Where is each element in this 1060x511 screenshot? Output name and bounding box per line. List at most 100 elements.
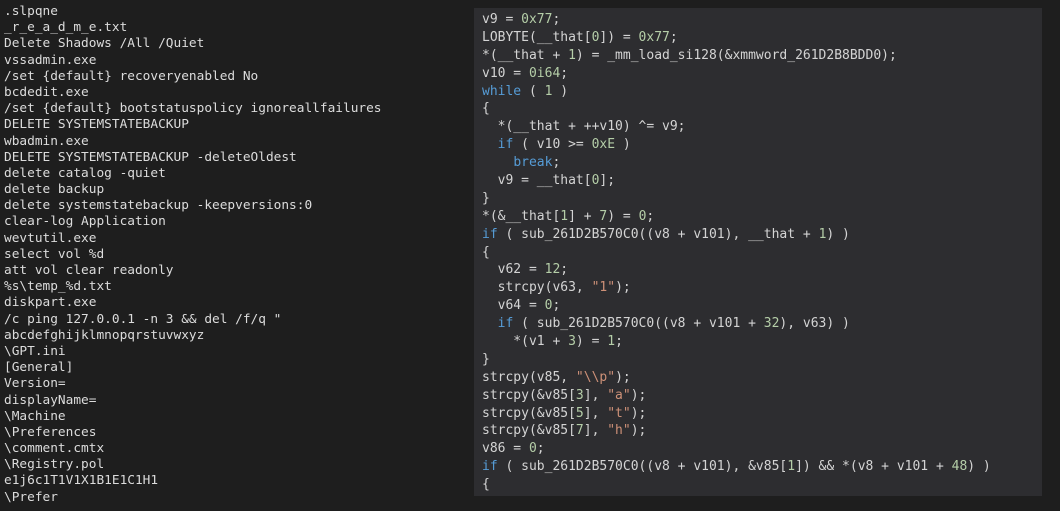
code-token: ; [560, 65, 569, 81]
string-line[interactable]: \Prefer [4, 490, 382, 506]
string-line[interactable]: [General] [4, 360, 382, 376]
number-literal: 1 [560, 208, 569, 224]
code-line[interactable]: strcpy(&v85[3], "a"); [482, 387, 991, 405]
code-line[interactable]: v62 = 12; [482, 261, 991, 279]
code-token: *(&__that[ [482, 208, 561, 224]
code-line[interactable]: LOBYTE(__that[0]) = 0x77; [482, 29, 991, 47]
string-literal: "t" [607, 405, 631, 421]
code-token: ], [583, 405, 608, 421]
string-line[interactable]: %s\temp_%d.txt [4, 279, 382, 295]
code-token: ], [583, 387, 608, 403]
string-line[interactable]: _r_e_a_d_m_e.txt [4, 20, 382, 36]
code-token: strcpy(&v85[ [482, 405, 576, 421]
string-line[interactable]: select vol %d [4, 247, 382, 263]
code-token: ) = [575, 334, 608, 350]
code-line[interactable]: v86 = 0; [482, 440, 991, 458]
code-line[interactable]: if ( sub_261D2B570C0((v8 + v101 + 32), v… [482, 315, 991, 333]
string-line[interactable]: wevtutil.exe [4, 231, 382, 247]
string-line[interactable]: clear-log Application [4, 214, 382, 230]
string-line[interactable]: DELETE SYSTEMSTATEBACKUP -deleteOldest [4, 150, 382, 166]
code-line[interactable]: v9 = 0x77; [482, 11, 991, 29]
code-token: v62 = [482, 262, 545, 278]
code-token: *(__that + ++v10) ^= v9; [482, 119, 686, 135]
code-token: ( sub_261D2B570C0((v8 + v101), __that + [497, 226, 819, 242]
code-line[interactable]: { [482, 476, 991, 494]
string-line[interactable]: \GPT.ini [4, 344, 382, 360]
string-line[interactable]: diskpart.exe [4, 295, 382, 311]
code-line[interactable]: strcpy(v63, "1"); [482, 279, 991, 297]
code-line[interactable]: } [482, 190, 991, 208]
code-token: ; [552, 12, 561, 27]
string-line[interactable]: displayName= [4, 393, 382, 409]
number-literal: 3 [568, 334, 576, 350]
code-token: strcpy(&v85[ [482, 387, 576, 403]
code-line[interactable]: *(v1 + 3) = 1; [482, 333, 991, 351]
code-line[interactable]: v9 = __that[0]; [482, 172, 991, 190]
code-line[interactable]: strcpy(&v85[7], "h"); [482, 422, 991, 440]
code-line[interactable]: v64 = 0; [482, 297, 991, 315]
strings-view[interactable]: .slpqne _r_e_a_d_m_e.txt Delete Shadows /A… [0, 0, 470, 511]
code-line[interactable]: *(&__that[1] + 7) = 0; [482, 208, 991, 226]
code-line[interactable]: v10 = 0i64; [482, 65, 991, 83]
code-token: strcpy(v63, [482, 280, 592, 296]
string-line[interactable]: /c ping 127.0.0.1 -n 3 && del /f/q " [4, 312, 382, 328]
code-token: *(__that + [482, 47, 569, 63]
string-line[interactable]: delete catalog -quiet [4, 166, 382, 182]
string-line[interactable]: abcdefghijklmnopqrstuvwxyz [4, 328, 382, 344]
number-literal: 0xE [591, 137, 616, 153]
string-line[interactable]: /set {default} recoveryenabled No [4, 69, 382, 85]
code-token: v10 = [482, 65, 529, 81]
string-line[interactable]: bcdedit.exe [4, 85, 382, 101]
keyword: if [497, 137, 514, 153]
code-token: ], [583, 423, 608, 439]
code-token: ); [615, 369, 631, 385]
code-token: ( [521, 83, 545, 99]
code-line[interactable]: while ( 1 ) [482, 83, 991, 101]
string-line[interactable]: delete systemstatebackup -keepversions:0 [4, 198, 382, 214]
pseudocode-view[interactable]: v9 = 0x77; LOBYTE(__that[0]) = 0x77; *(__t… [474, 8, 1042, 496]
string-line[interactable]: /set {default} bootstatuspolicy ignoreal… [4, 101, 382, 117]
code-line[interactable]: *(__that + 1) = _mm_load_si128(&xmmword_… [482, 47, 991, 65]
code-token: LOBYTE(__that[ [482, 29, 592, 45]
code-line[interactable]: { [482, 100, 991, 118]
code-line[interactable]: if ( sub_261D2B570C0((v8 + v101), &v85[1… [482, 458, 991, 476]
string-line[interactable]: \comment.cmtx [4, 441, 382, 457]
string-line[interactable]: DELETE SYSTEMSTATEBACKUP [4, 117, 382, 133]
string-line[interactable]: \Preferences [4, 425, 382, 441]
string-line[interactable]: Version= [4, 376, 382, 392]
number-literal: 0x77 [638, 29, 670, 45]
code-token: ; [536, 441, 545, 457]
string-line[interactable]: Delete Shadows /All /Quiet [4, 36, 382, 52]
code-token: ); [630, 387, 647, 403]
code-token: *(v1 + [482, 334, 569, 350]
string-line[interactable]: att vol clear readonly [4, 263, 382, 279]
string-literal: "a" [607, 387, 631, 403]
code-token: ; [552, 155, 561, 171]
number-literal: 7 [575, 423, 584, 439]
code-token: ]; [599, 173, 616, 189]
string-line[interactable]: \Registry.pol [4, 457, 382, 473]
code-token: ); [630, 423, 647, 439]
code-line[interactable]: break; [482, 154, 991, 172]
code-line[interactable]: } [482, 351, 991, 369]
string-line[interactable]: vssadmin.exe [4, 53, 382, 69]
code-token: ) = _mm_load_si128(&xmmword_261D2B8BDD0)… [575, 47, 897, 63]
number-literal: 0 [528, 441, 537, 457]
code-line[interactable]: strcpy(&v85[5], "t"); [482, 405, 991, 423]
code-line[interactable]: *(__that + ++v10) ^= v9; [482, 118, 991, 136]
code-token: ; [552, 298, 561, 314]
code-token: strcpy(&v85[ [482, 423, 576, 439]
keyword: break [513, 155, 553, 171]
code-token: v86 = [482, 441, 529, 457]
string-line[interactable]: delete backup [4, 182, 382, 198]
string-line[interactable]: wbadmin.exe [4, 134, 382, 150]
code-token: { [482, 101, 490, 117]
code-line[interactable]: if ( sub_261D2B570C0((v8 + v101), __that… [482, 226, 991, 244]
string-line[interactable]: e1j6c1T1V1X1B1E1C1H1 [4, 473, 382, 489]
code-line[interactable]: strcpy(v85, "\\p"); [482, 369, 991, 387]
strings-list: .slpqne _r_e_a_d_m_e.txt Delete Shadows /A… [4, 4, 382, 506]
code-line[interactable]: if ( v10 >= 0xE ) [482, 136, 991, 154]
code-line[interactable]: { [482, 244, 991, 262]
string-line[interactable]: .slpqne [4, 4, 382, 20]
string-line[interactable]: \Machine [4, 409, 382, 425]
